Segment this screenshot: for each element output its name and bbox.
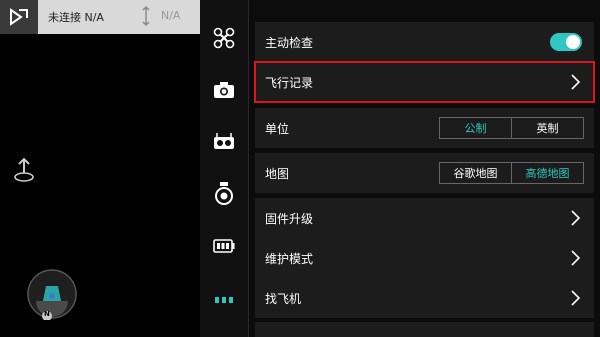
gimbal-icon[interactable] (212, 182, 236, 206)
settings-panel: 主动检查 飞行记录 单位 公制 英制 地图 谷歌地图 高德地图 固件升级 维护模… (249, 0, 600, 337)
map-option-google[interactable]: 谷歌地图 (440, 163, 511, 183)
find-drone-label: 找飞机 (265, 291, 302, 306)
chevron-right-icon (570, 290, 581, 306)
unit-option-metric[interactable]: 公制 (440, 118, 511, 138)
chevron-right-icon (570, 250, 581, 266)
connection-status: 未连接 N/A (48, 11, 104, 24)
compass-radar[interactable]: N (26, 268, 78, 321)
altitude-value: N/A (161, 9, 181, 22)
settings-toolbar (200, 0, 248, 337)
toggle-knob (566, 35, 580, 49)
battery-icon[interactable] (212, 234, 236, 258)
auto-check-label: 主动检查 (265, 35, 314, 50)
maintenance-mode-label: 维护模式 (265, 251, 314, 266)
drone-icon[interactable] (212, 26, 236, 50)
remote-controller-icon[interactable] (212, 130, 236, 154)
auto-check-row: 主动检查 (255, 22, 594, 62)
firmware-upgrade-row[interactable]: 固件升级 (255, 198, 594, 238)
altitude-icon (141, 6, 151, 26)
map-option-amap[interactable]: 高德地图 (512, 163, 583, 183)
camera-icon[interactable] (212, 78, 236, 102)
chevron-right-icon (570, 210, 581, 226)
app-logo-icon[interactable] (0, 0, 38, 34)
next-row-partial (255, 322, 594, 337)
takeoff-icon[interactable] (13, 157, 35, 183)
flight-record-label: 飞行记录 (265, 75, 314, 90)
maintenance-mode-row[interactable]: 维护模式 (255, 238, 594, 278)
compass-north-label: N (44, 310, 50, 318)
flight-record-row[interactable]: 飞行记录 (254, 61, 595, 103)
chevron-right-icon (570, 74, 581, 90)
unit-option-imperial[interactable]: 英制 (512, 118, 583, 138)
camera-view: 未连接 N/A N/A N (0, 0, 200, 337)
map-label: 地图 (265, 166, 290, 181)
map-row: 地图 谷歌地图 高德地图 (255, 153, 594, 193)
unit-row: 单位 公制 英制 (255, 108, 594, 148)
firmware-upgrade-label: 固件升级 (265, 211, 314, 226)
status-bar: 未连接 N/A N/A (0, 0, 200, 34)
auto-check-toggle[interactable] (550, 33, 582, 51)
more-icon[interactable] (212, 288, 236, 312)
unit-segmented-control: 公制 英制 (439, 117, 584, 139)
unit-label: 单位 (265, 121, 290, 136)
find-drone-row[interactable]: 找飞机 (255, 278, 594, 318)
map-segmented-control: 谷歌地图 高德地图 (439, 162, 584, 184)
